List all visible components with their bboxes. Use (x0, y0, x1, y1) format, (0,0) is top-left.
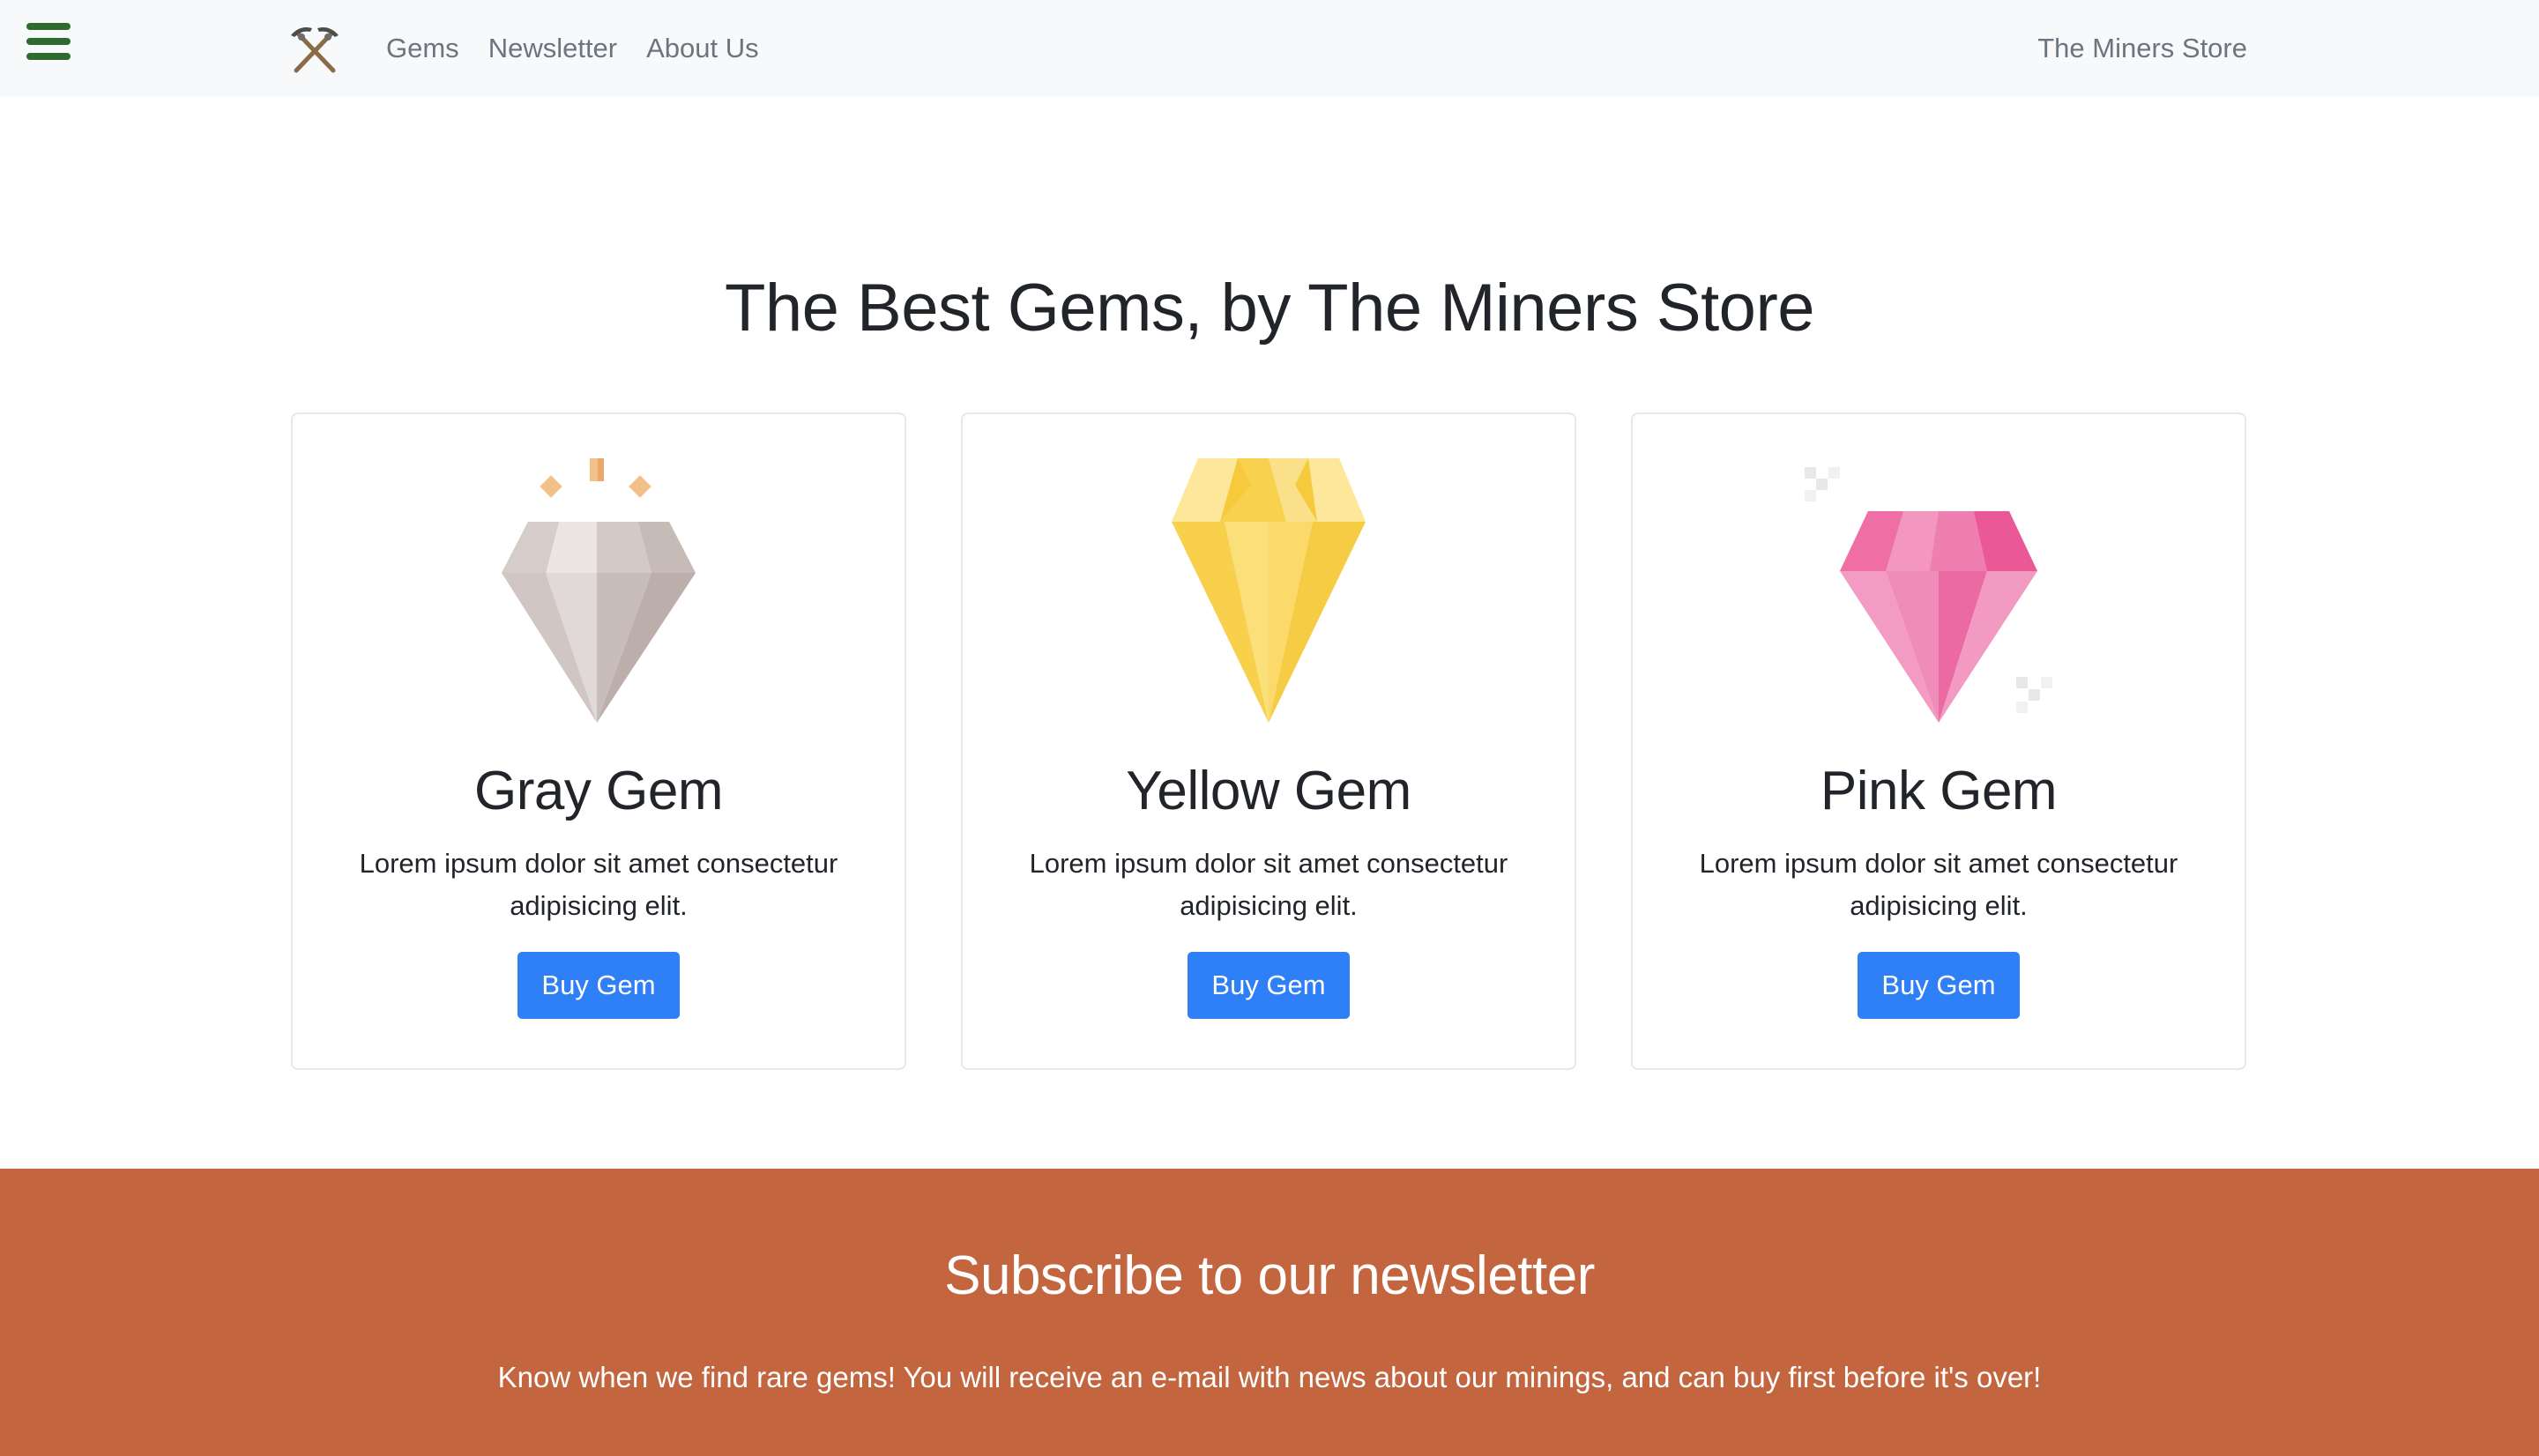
gem-card-pink: Pink Gem Lorem ipsum dolor sit amet cons… (1631, 412, 2246, 1070)
gem-title: Pink Gem (1820, 761, 2058, 821)
buy-gem-button-pink[interactable]: Buy Gem (1858, 952, 2020, 1019)
crossed-pickaxes-icon[interactable] (287, 23, 342, 74)
newsletter-text: Know when we find rare gems! You will re… (497, 1361, 2042, 1393)
gem-title: Yellow Gem (1126, 761, 1411, 821)
nav-links: Gems Newsletter About Us (386, 0, 788, 97)
newsletter-section: Subscribe to our newsletter Know when we… (0, 1169, 2539, 1456)
gem-title: Gray Gem (474, 761, 723, 821)
gem-description: Lorem ipsum dolor sit amet consectetur a… (1699, 848, 2178, 921)
navbar: Gems Newsletter About Us The Miners Stor… (0, 0, 2539, 97)
pink-diamond-icon (1805, 467, 2052, 723)
hamburger-menu-icon[interactable] (26, 23, 71, 60)
gem-cards: Gray Gem Lorem ipsum dolor sit amet cons… (291, 412, 2248, 1072)
yellow-diamond-icon (1172, 458, 1366, 723)
buy-gem-button-yellow[interactable]: Buy Gem (1188, 952, 1350, 1019)
gem-image (963, 458, 1575, 732)
gem-description: Lorem ipsum dolor sit amet consectetur a… (1029, 848, 1508, 921)
gem-image (293, 458, 905, 732)
nav-link-newsletter[interactable]: Newsletter (488, 33, 617, 64)
gray-diamond-icon (502, 458, 696, 723)
buy-gem-button-gray[interactable]: Buy Gem (517, 952, 680, 1019)
gem-image (1633, 458, 2245, 732)
nav-link-about-us[interactable]: About Us (646, 33, 759, 64)
gem-description: Lorem ipsum dolor sit amet consectetur a… (359, 848, 838, 921)
gem-card-yellow: Yellow Gem Lorem ipsum dolor sit amet co… (961, 412, 1576, 1070)
page-title: The Best Gems, by The Miners Store (724, 271, 1815, 345)
gem-card-gray: Gray Gem Lorem ipsum dolor sit amet cons… (291, 412, 906, 1070)
nav-link-gems[interactable]: Gems (386, 33, 459, 64)
newsletter-title: Subscribe to our newsletter (944, 1245, 1595, 1306)
brand-name-link[interactable]: The Miners Store (2037, 0, 2247, 97)
